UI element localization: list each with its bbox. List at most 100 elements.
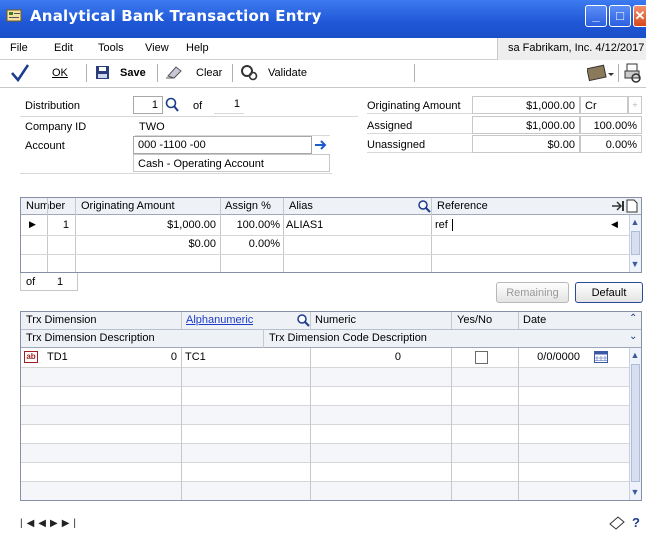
col-number[interactable]: Number: [26, 200, 65, 212]
scroll-up-icon[interactable]: ▲: [629, 215, 641, 229]
toolbar-separator: [618, 64, 619, 82]
unassigned-percent: 0.00%: [580, 135, 642, 153]
minimize-button[interactable]: _: [585, 5, 607, 27]
dimension-code-value[interactable]: TC1: [185, 351, 206, 363]
row-amount[interactable]: $1,000.00: [77, 219, 216, 231]
unassigned-value: $0.00: [472, 135, 580, 153]
dimension-grid-scrollbar[interactable]: ▲ ▼: [629, 348, 641, 500]
menu-view[interactable]: View: [145, 42, 169, 54]
menu-tools[interactable]: Tools: [98, 42, 124, 54]
dimension-rows: ab TD1 0 TC1 0 0/0/0000: [21, 348, 629, 500]
menu-edit[interactable]: Edit: [54, 42, 73, 54]
save-icon[interactable]: [95, 65, 110, 80]
col-assign-percent[interactable]: Assign %: [225, 200, 271, 212]
row-assign-percent[interactable]: 0.00%: [221, 238, 280, 250]
expand-lines-icon[interactable]: [611, 199, 625, 213]
account-label: Account: [25, 140, 65, 152]
yes-no-checkbox[interactable]: [475, 351, 488, 364]
divider: [367, 152, 472, 153]
scroll-thumb[interactable]: [631, 364, 640, 482]
col-yes-no[interactable]: Yes/No: [457, 314, 492, 326]
divider: [367, 113, 472, 114]
col-trx-dimension[interactable]: Trx Dimension: [26, 314, 97, 326]
row-alias[interactable]: ALIAS1: [286, 219, 323, 231]
record-navigation: |◀◀▶▶|: [20, 518, 80, 529]
account-field[interactable]: 000 -1100 -00: [133, 136, 312, 154]
maximize-button[interactable]: □: [609, 5, 631, 27]
col-trx-dimension-description[interactable]: Trx Dimension Description: [26, 332, 155, 344]
actions-dropdown-icon[interactable]: [587, 64, 615, 82]
row-amount[interactable]: $0.00: [77, 238, 216, 250]
account-expand-arrow-icon[interactable]: [313, 137, 329, 153]
alias-lookup-icon[interactable]: [417, 199, 431, 213]
numeric-value[interactable]: 0: [361, 351, 401, 363]
company-id-value: TWO: [135, 118, 330, 136]
assignment-grid: Number Originating Amount Assign % Alias…: [20, 197, 642, 273]
alphanumeric-type-icon: ab: [24, 351, 38, 363]
divider: [20, 116, 358, 117]
distribution-field[interactable]: 1: [133, 96, 163, 114]
distribution-lookup-icon[interactable]: [164, 96, 180, 114]
remaining-button[interactable]: Remaining: [496, 282, 569, 303]
assignment-grid-scrollbar[interactable]: ▲ ▼: [629, 215, 641, 272]
originating-type: Cr: [580, 96, 628, 114]
expand-header-icon[interactable]: ⌄: [629, 331, 637, 342]
of-label: of: [193, 100, 203, 112]
clear-button[interactable]: Clear: [196, 67, 222, 79]
scroll-thumb[interactable]: [631, 231, 640, 255]
row-selector-arrow-icon[interactable]: ▶: [29, 219, 36, 230]
menu-file[interactable]: File: [10, 42, 28, 54]
calendar-icon[interactable]: [594, 351, 608, 363]
menu-help[interactable]: Help: [186, 42, 209, 54]
col-date[interactable]: Date: [523, 314, 546, 326]
close-button[interactable]: ✕: [633, 5, 646, 27]
col-numeric[interactable]: Numeric: [315, 314, 356, 326]
help-icon[interactable]: ?: [632, 515, 646, 531]
company-date-display: sa Fabrikam, Inc. 4/12/2017: [497, 38, 646, 60]
company-id-label: Company ID: [25, 121, 87, 133]
date-value[interactable]: 0/0/0000: [526, 351, 580, 363]
type-spinner[interactable]: ÷: [628, 96, 642, 114]
last-record-icon[interactable]: ▶|: [62, 518, 80, 529]
originating-amount-label: Originating Amount: [367, 100, 461, 112]
scroll-up-icon[interactable]: ▲: [629, 348, 641, 362]
dimension-lookup-icon[interactable]: [296, 313, 310, 327]
dimension-grid: Trx Dimension Alphanumeric Numeric Yes/N…: [20, 311, 642, 501]
row-reference[interactable]: ref: [435, 219, 448, 231]
scroll-down-icon[interactable]: ▼: [629, 257, 641, 271]
row-number: 1: [62, 219, 69, 231]
col-trx-dimension-code-description[interactable]: Trx Dimension Code Description: [269, 332, 427, 344]
note-window-icon[interactable]: [608, 515, 626, 531]
col-alphanumeric-link[interactable]: Alphanumeric: [186, 314, 253, 326]
ok-button[interactable]: OK: [52, 67, 68, 79]
collapse-header-icon[interactable]: ⌃: [629, 313, 637, 324]
col-alias[interactable]: Alias: [289, 200, 313, 212]
dimension-code[interactable]: TD1: [47, 351, 68, 363]
col-reference[interactable]: Reference: [437, 200, 488, 212]
assigned-value: $1,000.00: [472, 116, 580, 134]
default-button[interactable]: Default: [575, 282, 643, 303]
validate-icon[interactable]: [240, 64, 258, 81]
unassigned-label: Unassigned: [367, 139, 426, 151]
account-description: Cash - Operating Account: [133, 154, 330, 172]
first-record-icon[interactable]: |◀: [20, 518, 38, 529]
row-assign-percent[interactable]: 100.00%: [221, 219, 280, 231]
save-button[interactable]: Save: [120, 67, 146, 79]
toolbar-separator: [232, 64, 233, 82]
scroll-down-icon[interactable]: ▼: [629, 485, 641, 499]
toolbar-separator: [414, 64, 415, 82]
eraser-icon[interactable]: [165, 64, 183, 80]
app-icon: [6, 9, 22, 22]
grid-count: 1: [57, 276, 64, 288]
checkmark-icon[interactable]: [10, 63, 30, 83]
note-icon[interactable]: [626, 199, 638, 213]
print-icon[interactable]: [624, 63, 642, 83]
col-originating-amount[interactable]: Originating Amount: [81, 200, 175, 212]
collapse-row-arrow-icon[interactable]: ◀: [611, 219, 618, 230]
validate-button[interactable]: Validate: [268, 67, 307, 79]
divider: [367, 133, 472, 134]
previous-record-icon[interactable]: ◀: [38, 518, 50, 529]
dimension-value[interactable]: 0: [141, 351, 177, 363]
text-cursor: [452, 219, 453, 231]
next-record-icon[interactable]: ▶: [50, 518, 62, 529]
